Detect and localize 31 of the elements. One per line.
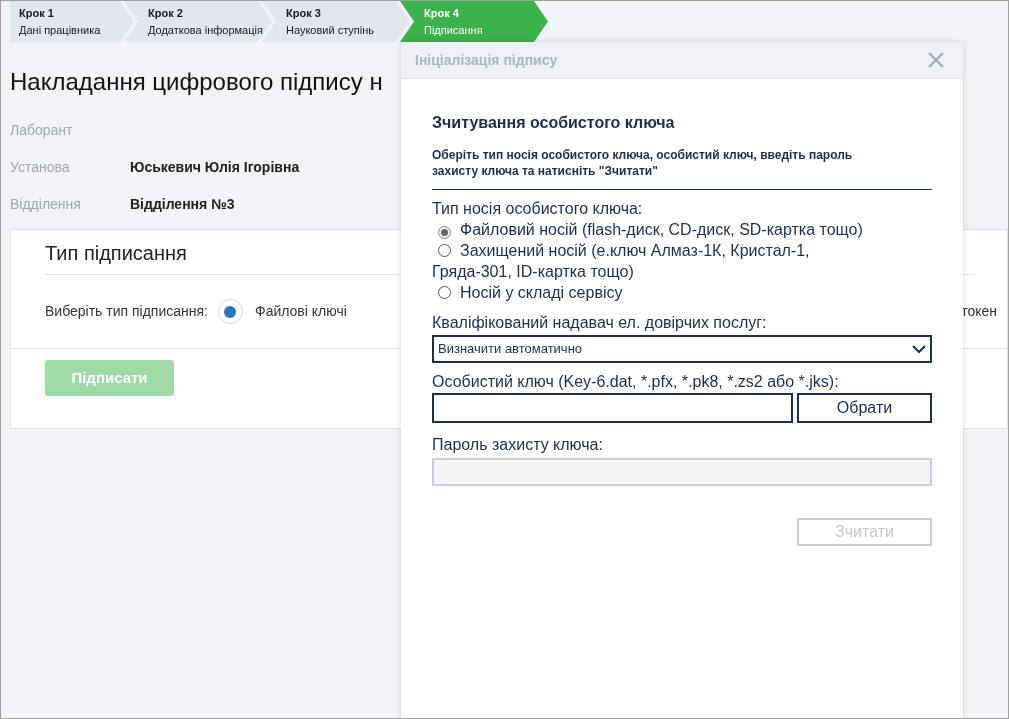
radio-button[interactable] — [438, 226, 451, 239]
provider-select[interactable]: Визначити автоматично — [432, 335, 932, 363]
radio-label[interactable]: Носій у складі сервісу — [460, 284, 623, 301]
radio-label[interactable]: Файловий носій (flash-диск, CD-диск, SD-картка тощо) — [460, 221, 863, 238]
card-title: Тип підписання — [45, 241, 187, 266]
password-label: Пароль захисту ключа: — [432, 435, 603, 455]
field-label: Лаборант — [10, 120, 74, 140]
media-label: Тип носія особистого ключа: — [432, 199, 643, 219]
provider-label: Кваліфікований надавач ел. довірчих послуг: — [432, 313, 767, 333]
instruction-text: Оберіть тип носія особистого ключа, особистий ключ, введіть пароль захисту ключа та натисніть "Зчитати" — [432, 147, 854, 179]
radio-button[interactable] — [438, 244, 451, 257]
dialog-heading: Зчитування особистого ключа — [432, 113, 675, 133]
radio-label[interactable]: Файлові ключі — [255, 301, 347, 322]
step-tab[interactable]: Крок 3 Науковий ступінь — [262, 1, 410, 42]
field-value: Юськевич Юлія Ігорівна — [130, 157, 300, 177]
radio-button[interactable] — [438, 286, 451, 299]
field-value: Відділення №3 — [130, 194, 235, 214]
key-label: Особистий ключ (Key-6.dat, *.pfx, *.pk8, *.zs2 або *.jks): — [432, 372, 839, 392]
field-label: Відділення — [10, 194, 82, 214]
step-tab[interactable]: Крок 1 Дані працівника — [10, 1, 134, 42]
browse-button[interactable]: Обрати — [797, 393, 932, 423]
step-tab[interactable]: Крок 2 Додаткова інформація — [124, 1, 272, 42]
dialog-title: Ініціалізація підпису — [415, 50, 558, 70]
radio-label[interactable]: Захищений носій (е.ключ Алмаз-1К, Кристал-1, — [460, 242, 810, 259]
radio-label-continuation[interactable]: Гряда-301, ID-картка тощо) — [432, 261, 634, 282]
page-title: Накладання цифрового підпису н — [10, 67, 383, 97]
key-file-field[interactable] — [432, 393, 793, 423]
chevron-down-icon — [912, 344, 926, 354]
field-label: Установа — [10, 157, 71, 177]
signing-type-prompt: Виберіть тип підписання: — [45, 302, 208, 321]
option-label[interactable]: токен — [961, 301, 997, 322]
